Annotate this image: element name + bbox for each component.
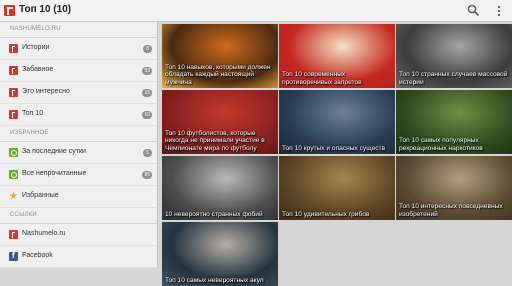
app-logo-icon[interactable] [4,5,15,16]
article-title: 10 невероятно странных фобий [165,210,263,218]
article-tile[interactable]: Топ 10 крутых и опасных существ [279,90,395,154]
star-icon: ★ [9,191,18,202]
sidebar-item[interactable]: Топ 10 10 [0,104,157,126]
article-tile[interactable]: Топ 10 современных противоречивых запрет… [279,24,395,88]
navigation-drawer: NASHUMELO.RU Истории 8 Забавное 53 Это интере… [0,22,158,268]
nashumelo-icon [9,44,18,53]
article-title: Топ 10 современных противоречивых запрет… [282,71,362,86]
article-title: Топ 10 крутых и опасных существ [282,144,386,152]
article-tile[interactable]: Топ 10 самых популярных рекреационных на… [396,90,512,154]
page-title: Топ 10 (10) [19,4,72,15]
nashumelo-icon [9,110,18,119]
sidebar-item-label: Истории [22,44,50,51]
article-title: Топ 10 самых невероятных акул [165,276,264,284]
count-badge: 85 [142,171,152,179]
article-tile[interactable]: 10 невероятно странных фобий [162,156,278,220]
article-tile[interactable]: Топ 10 удивительных грибов [279,156,395,220]
sidebar-item[interactable]: Это интересно 15 [0,82,157,104]
nashumelo-icon [9,88,18,97]
sidebar-item[interactable]: Все непрочитанные 85 [0,164,157,186]
sidebar-item-label: Забавное [22,66,54,73]
facebook-icon [9,251,18,261]
article-title: Топ 10 навыков, которыми должен обладать… [165,63,271,86]
article-tile[interactable]: Топ 10 интересных повседневных изобретен… [396,156,512,220]
count-badge: 53 [142,67,152,75]
count-badge: 5 [143,149,152,157]
article-grid: Топ 10 навыков, которыми должен обладать… [160,23,512,286]
nashumelo-icon [9,230,18,239]
article-title: Топ 10 самых популярных рекреационных на… [399,137,483,152]
search-icon[interactable] [467,4,480,17]
section-header: NASHUMELO.RU [0,22,157,38]
sidebar-item[interactable]: Истории 8 [0,38,157,60]
nashumelo-icon [9,66,18,75]
filter-icon [9,148,18,157]
article-tile[interactable]: Топ 10 футболистов, которые никогда не п… [162,90,278,154]
sidebar-item-label: Facebook [22,252,53,259]
count-badge: 10 [142,111,152,119]
sidebar-item[interactable]: Facebook [0,246,157,268]
article-tile[interactable]: Топ 10 навыков, которыми должен обладать… [162,24,278,88]
count-badge: 15 [142,89,152,97]
article-title: Топ 10 удивительных грибов [282,210,370,218]
sidebar-item-label: За последние сутки [22,148,86,155]
sidebar-item[interactable]: ★ Избранные [0,186,157,208]
sidebar-item-label: Все непрочитанные [22,170,87,177]
article-title: Топ 10 интересных повседневных изобретен… [399,203,503,218]
action-bar: Топ 10 (10) [0,0,512,22]
sidebar-item-label: Nashumelo.ru [22,230,66,237]
sidebar-item[interactable]: За последние сутки 5 [0,142,157,164]
sidebar-item[interactable]: Забавное 53 [0,60,157,82]
sidebar-item-label: Избранные [22,192,59,199]
section-header: ИЗБРАННОЕ [0,126,157,142]
article-tile[interactable]: Топ 10 самых невероятных акул [162,222,278,286]
sidebar-item-label: Топ 10 [22,110,44,117]
sidebar-item-label: Это интересно [22,88,70,95]
filter-icon [9,170,18,179]
article-title: Топ 10 странных случаев массовой истерии [399,71,508,86]
overflow-menu-icon[interactable] [496,4,502,18]
article-title: Топ 10 футболистов, которые никогда не п… [165,129,265,152]
section-header: ССЫЛКИ [0,208,157,224]
count-badge: 8 [143,45,152,53]
article-tile[interactable]: Топ 10 странных случаев массовой истерии [396,24,512,88]
sidebar-item[interactable]: Nashumelo.ru [0,224,157,246]
